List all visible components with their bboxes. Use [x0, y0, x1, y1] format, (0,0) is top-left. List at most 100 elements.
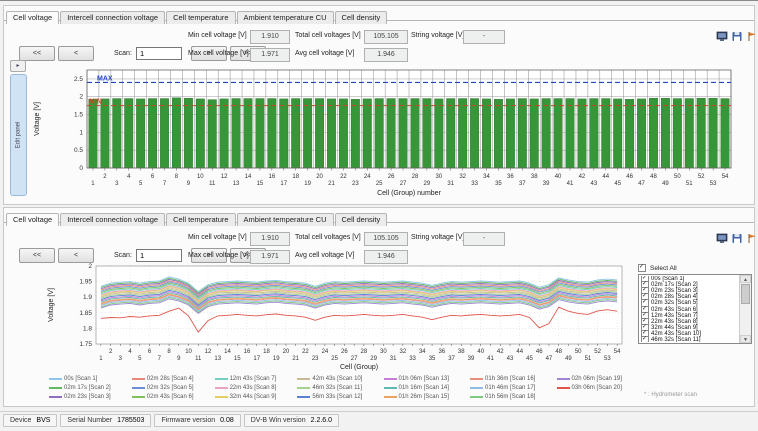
legend-swatch	[384, 387, 397, 389]
svg-text:36: 36	[507, 174, 514, 180]
total-voltage-value: 105.105	[364, 232, 408, 246]
legend-item: 56m 33s [Scan 12]	[297, 392, 374, 401]
svg-text:Voltage [V]: Voltage [V]	[48, 288, 55, 322]
svg-text:44: 44	[516, 349, 523, 355]
svg-text:9: 9	[177, 356, 181, 362]
chart-toolbar	[716, 29, 758, 40]
legend-item: 32m 44s [Scan 9]	[215, 392, 289, 401]
svg-text:6: 6	[151, 174, 155, 180]
legend-item: 01h 16m [Scan 14]	[384, 383, 461, 392]
legend-swatch	[49, 387, 62, 389]
svg-text:4: 4	[127, 174, 131, 180]
hydrometer-footnote: * : Hydrometer scan	[644, 392, 697, 398]
collapse-arrow-button[interactable]: ▸	[10, 60, 26, 72]
svg-text:14: 14	[245, 174, 252, 180]
tab-cell-voltage[interactable]: Cell voltage	[6, 11, 59, 24]
status-bar: DeviceBVSSerial Number1785503Firmware ve…	[0, 411, 758, 429]
scan-label: Scan:	[114, 48, 132, 60]
tab-cell-density[interactable]: Cell density	[335, 11, 388, 24]
svg-text:29: 29	[424, 181, 431, 187]
svg-text:8: 8	[167, 349, 171, 355]
svg-text:49: 49	[662, 181, 669, 187]
select-all-label: Select All	[650, 265, 677, 272]
scroll-up-icon[interactable]: ▲	[740, 275, 751, 283]
flag-icon[interactable]	[746, 231, 758, 242]
display-icon[interactable]	[716, 231, 728, 242]
legend-swatch	[49, 396, 62, 398]
cell-voltage-panel-top: Cell voltageIntercell connection voltage…	[3, 5, 755, 205]
legend-item: 02m 32s [Scan 5]	[132, 383, 206, 392]
svg-text:MIN: MIN	[89, 99, 102, 106]
svg-text:31: 31	[390, 356, 397, 362]
legend-label: 03h 06m [Scan 20]	[572, 385, 622, 391]
save-icon[interactable]	[731, 231, 743, 242]
svg-text:5: 5	[139, 181, 143, 187]
scan-listbox: 00s [Scan 1]02m 17s [Scan 2]02m 23s [Sca…	[638, 274, 752, 344]
svg-text:32: 32	[459, 174, 466, 180]
scan-list-item-label: 12m 43s [Scan 7]	[651, 313, 698, 319]
svg-text:47: 47	[546, 356, 553, 362]
legend-swatch	[49, 378, 62, 380]
legend-item: 01h 56m [Scan 18]	[470, 392, 547, 401]
status-segment: DeviceBVS	[3, 414, 57, 427]
chart-legend: 00s [Scan 1]02m 17s [Scan 2]02m 23s [Sca…	[49, 374, 634, 401]
svg-text:51: 51	[585, 356, 592, 362]
scroll-down-icon[interactable]: ▼	[740, 335, 751, 343]
legend-swatch	[132, 387, 145, 389]
svg-text:20: 20	[316, 174, 323, 180]
legend-label: 42m 43s [Scan 10]	[312, 376, 362, 382]
select-all-checkbox[interactable]: Select All	[638, 264, 677, 272]
first-scan-button[interactable]: <<	[19, 46, 55, 61]
legend-item: 01h 36m [Scan 16]	[470, 374, 547, 383]
tab-cell-density[interactable]: Cell density	[335, 213, 388, 226]
legend-label: 02h 06m [Scan 19]	[572, 376, 622, 382]
legend-item: 46m 32s [Scan 11]	[297, 383, 374, 392]
legend-swatch	[297, 387, 310, 389]
scan-list-item-label: 02m 43s [Scan 6]	[651, 307, 698, 313]
status-segment: DV-B Win version2.2.6.0	[244, 414, 339, 427]
cell-voltage-line-chart: 1.751.81.851.91.952123456789101112131415…	[44, 260, 634, 372]
scrollbar-thumb[interactable]	[741, 284, 750, 304]
flag-icon[interactable]	[746, 29, 758, 40]
tab-cell-voltage[interactable]: Cell voltage	[6, 213, 59, 226]
svg-text:10: 10	[197, 174, 204, 180]
scan-list-scrollbar[interactable]: ▲ ▼	[739, 275, 751, 343]
legend-label: 01h 06m [Scan 13]	[399, 376, 449, 382]
tab-cell-temperature[interactable]: Cell temperature	[166, 213, 235, 226]
tab-intercell-connection-voltage[interactable]: Intercell connection voltage	[60, 11, 165, 24]
svg-text:43: 43	[591, 181, 598, 187]
tab-ambient-temperature-cu[interactable]: Ambient temperature CU	[237, 11, 334, 24]
svg-text:12: 12	[221, 174, 228, 180]
svg-text:27: 27	[351, 356, 358, 362]
tab-cell-temperature[interactable]: Cell temperature	[166, 11, 235, 24]
tab-ambient-temperature-cu[interactable]: Ambient temperature CU	[237, 213, 334, 226]
scan-list-item-label: 02m 17s [Scan 2]	[651, 282, 698, 288]
legend-label: 01h 36m [Scan 16]	[485, 376, 535, 382]
collapsed-edit-panel[interactable]: Edit panel	[10, 74, 27, 196]
scan-list-item[interactable]: 46m 32s [Scan 11]	[640, 337, 739, 342]
max-voltage-label: Max cell voltage [V]	[188, 48, 249, 60]
prev-scan-button[interactable]: <	[58, 46, 94, 61]
svg-text:26: 26	[388, 174, 395, 180]
tab-intercell-connection-voltage[interactable]: Intercell connection voltage	[60, 213, 165, 226]
svg-text:28: 28	[412, 174, 419, 180]
legend-swatch	[297, 378, 310, 380]
svg-text:2: 2	[79, 94, 83, 101]
legend-swatch	[297, 396, 310, 398]
legend-label: 02m 17s [Scan 2]	[64, 385, 111, 391]
cell-voltage-panel-bottom: Cell voltageIntercell connection voltage…	[3, 207, 755, 407]
svg-text:1.5: 1.5	[74, 112, 83, 119]
display-icon[interactable]	[716, 29, 728, 40]
svg-text:5: 5	[138, 356, 142, 362]
svg-text:32: 32	[399, 349, 406, 355]
svg-text:1: 1	[91, 181, 95, 187]
scan-input[interactable]	[136, 47, 182, 60]
legend-item: 42m 43s [Scan 10]	[297, 374, 374, 383]
legend-swatch	[384, 378, 397, 380]
checkbox-icon	[638, 264, 646, 272]
svg-text:1.75: 1.75	[79, 341, 92, 348]
legend-label: 01h 46m [Scan 17]	[485, 385, 535, 391]
save-icon[interactable]	[731, 29, 743, 40]
collapsed-panel-caption: Edit panel	[16, 122, 22, 149]
svg-text:1.8: 1.8	[83, 325, 92, 332]
